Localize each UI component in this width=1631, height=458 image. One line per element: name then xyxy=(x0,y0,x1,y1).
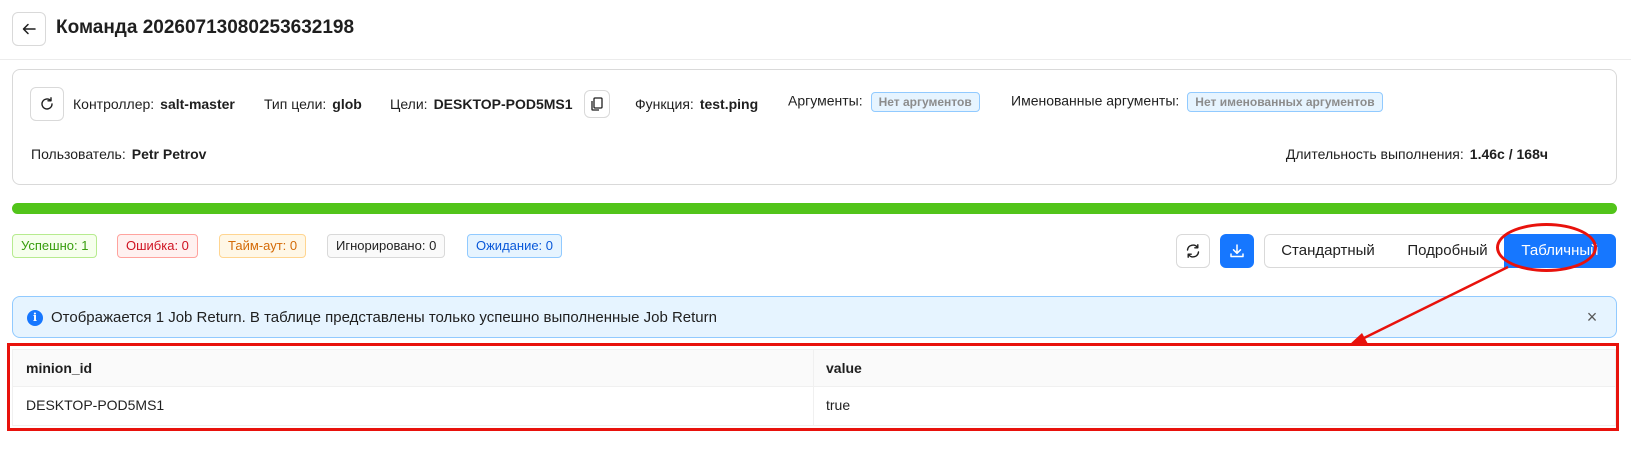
annotation-arrow xyxy=(1349,265,1509,345)
